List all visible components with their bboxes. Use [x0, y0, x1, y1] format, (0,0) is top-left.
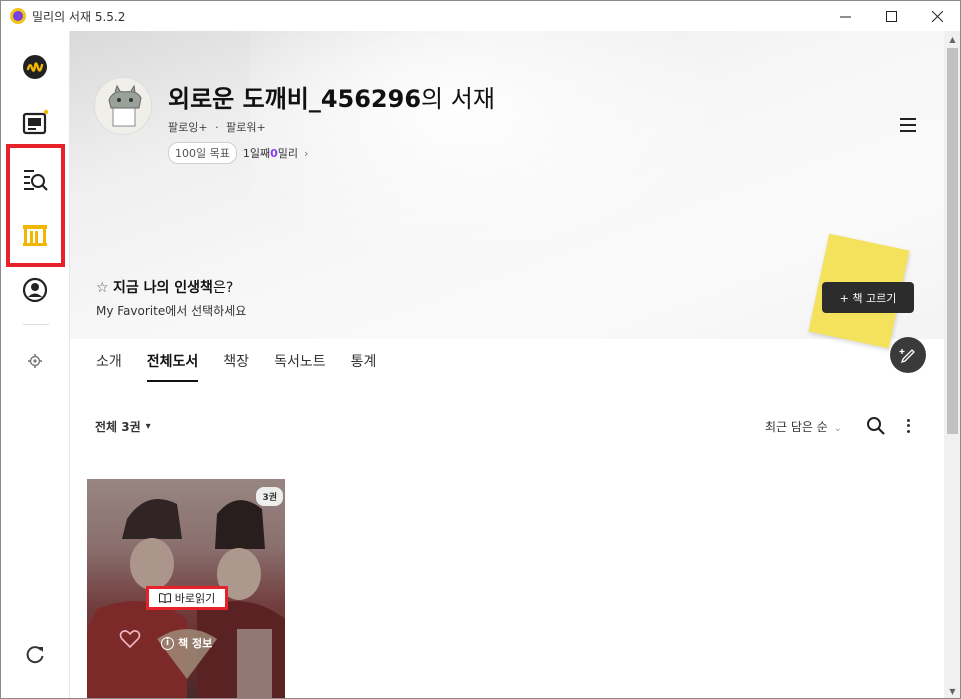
edit-floating-button[interactable]	[890, 337, 926, 373]
life-book-title-bold: 지금 나의 인생책	[113, 280, 213, 296]
book-count-label: 전체 3권	[95, 420, 141, 434]
followers-link[interactable]: 팔로워+	[226, 121, 266, 134]
more-options-button[interactable]	[900, 415, 916, 437]
more-dot	[906, 429, 910, 433]
hero-background-image	[250, 31, 770, 291]
book-card[interactable]: 3권 바로읽기 i 책 정보	[87, 479, 285, 698]
search-button[interactable]	[865, 415, 887, 437]
book-count-filter[interactable]: 전체 3권 ▾	[95, 418, 151, 435]
sidebar-item-profile[interactable]	[15, 270, 55, 310]
tab-all-books[interactable]: 전체도서	[146, 351, 199, 382]
heart-icon[interactable]	[119, 629, 141, 649]
goblin-avatar-icon	[108, 84, 142, 127]
following-link[interactable]: 팔로잉+	[168, 121, 208, 134]
life-book-title: ☆ 지금 나의 인생책은?	[96, 277, 233, 297]
scroll-down-arrow-icon[interactable]: ▼	[944, 683, 960, 698]
reading-goal[interactable]: 100일 목표 1일째 0 밀리 ›	[168, 142, 308, 164]
sidebar-item-settings[interactable]	[15, 341, 55, 381]
notification-dot	[43, 109, 49, 115]
sidebar-item-refresh[interactable]	[15, 635, 55, 675]
star-icon: ☆	[96, 280, 109, 296]
sidebar-divider	[23, 324, 49, 325]
app-window: 밀리의 서재 5.5.2 외로운 도깨비_456296의 서재 팔로잉+ · 팔…	[0, 0, 961, 699]
close-icon	[931, 10, 943, 22]
tab-statistics[interactable]: 통계	[351, 351, 377, 382]
scroll-thumb[interactable]	[947, 48, 958, 434]
caret-down-icon: ▾	[145, 421, 151, 432]
minimize-button[interactable]	[822, 1, 868, 31]
user-circle-icon	[22, 277, 48, 303]
tab-reading-notes[interactable]: 독서노트	[274, 351, 326, 382]
goal-pill: 100일 목표	[168, 142, 237, 164]
title-bar: 밀리의 서재 5.5.2	[1, 1, 960, 31]
library-suffix: 의 서재	[421, 85, 495, 113]
goal-progress-suffix: 밀리	[277, 147, 299, 160]
goal-progress-prefix: 1일째	[242, 147, 271, 160]
millie-logo-icon	[23, 55, 47, 79]
chevron-down-icon: ⌄	[833, 423, 843, 434]
menu-line	[900, 124, 916, 126]
maximize-button[interactable]	[868, 1, 914, 31]
more-dot	[906, 424, 910, 428]
sidebar	[1, 31, 70, 698]
choose-book-button[interactable]: + 책 고르기	[822, 282, 914, 313]
sidebar-item-viewer[interactable]	[15, 103, 55, 143]
gear-icon	[28, 354, 42, 368]
tab-intro[interactable]: 소개	[96, 351, 122, 382]
follow-row: 팔로잉+ · 팔로워+	[168, 119, 266, 135]
library-tabs: 소개 전체도서 책장 독서노트 통계	[96, 351, 401, 382]
open-book-icon	[158, 593, 171, 603]
follow-separator: ·	[215, 121, 219, 134]
life-book-subtitle: My Favorite에서 선택하세요	[96, 304, 247, 318]
sort-label: 최근 담은 순	[765, 420, 828, 434]
goal-progress-count: 0	[270, 146, 278, 160]
minimize-icon	[839, 16, 851, 17]
hamburger-menu-button[interactable]	[896, 113, 920, 137]
sidebar-highlight-annotation	[6, 144, 65, 267]
tablet-icon	[22, 109, 49, 135]
info-icon: i	[161, 636, 174, 650]
window-controls	[822, 1, 960, 31]
vertical-scrollbar[interactable]: ▲ ▼	[944, 31, 960, 698]
pencil-plus-icon	[899, 349, 915, 364]
chevron-right-icon: ›	[304, 146, 309, 160]
scroll-up-arrow-icon[interactable]: ▲	[944, 31, 960, 48]
library-title: 외로운 도깨비_456296의 서재	[168, 79, 495, 114]
sidebar-item-home[interactable]	[15, 47, 55, 87]
book-info-button[interactable]: i 책 정보	[161, 635, 212, 651]
menu-line	[900, 118, 916, 120]
menu-line	[900, 130, 916, 132]
close-button[interactable]	[914, 1, 960, 31]
search-icon	[867, 417, 885, 435]
library-hero-banner: 외로운 도깨비_456296의 서재 팔로잉+ · 팔로워+ 100일 목표 1…	[70, 31, 944, 349]
maximize-icon	[885, 10, 897, 22]
read-now-button[interactable]: 바로읽기	[146, 586, 228, 610]
book-info-label: 책 정보	[178, 637, 213, 650]
avatar[interactable]	[94, 77, 152, 135]
user-name: 외로운 도깨비_456296	[168, 85, 422, 113]
life-book-title-rest: 은?	[212, 280, 234, 296]
refresh-icon	[26, 646, 44, 664]
read-now-label: 바로읽기	[174, 592, 216, 605]
volume-count-badge: 3권	[256, 487, 283, 506]
more-dot	[906, 419, 910, 423]
window-title: 밀리의 서재 5.5.2	[32, 9, 126, 24]
tab-bookshelf[interactable]: 책장	[223, 351, 249, 382]
app-logo-icon	[10, 8, 26, 24]
sort-select[interactable]: 최근 담은 순 ⌄	[765, 418, 842, 435]
library-main: 외로운 도깨비_456296의 서재 팔로잉+ · 팔로워+ 100일 목표 1…	[70, 31, 944, 698]
